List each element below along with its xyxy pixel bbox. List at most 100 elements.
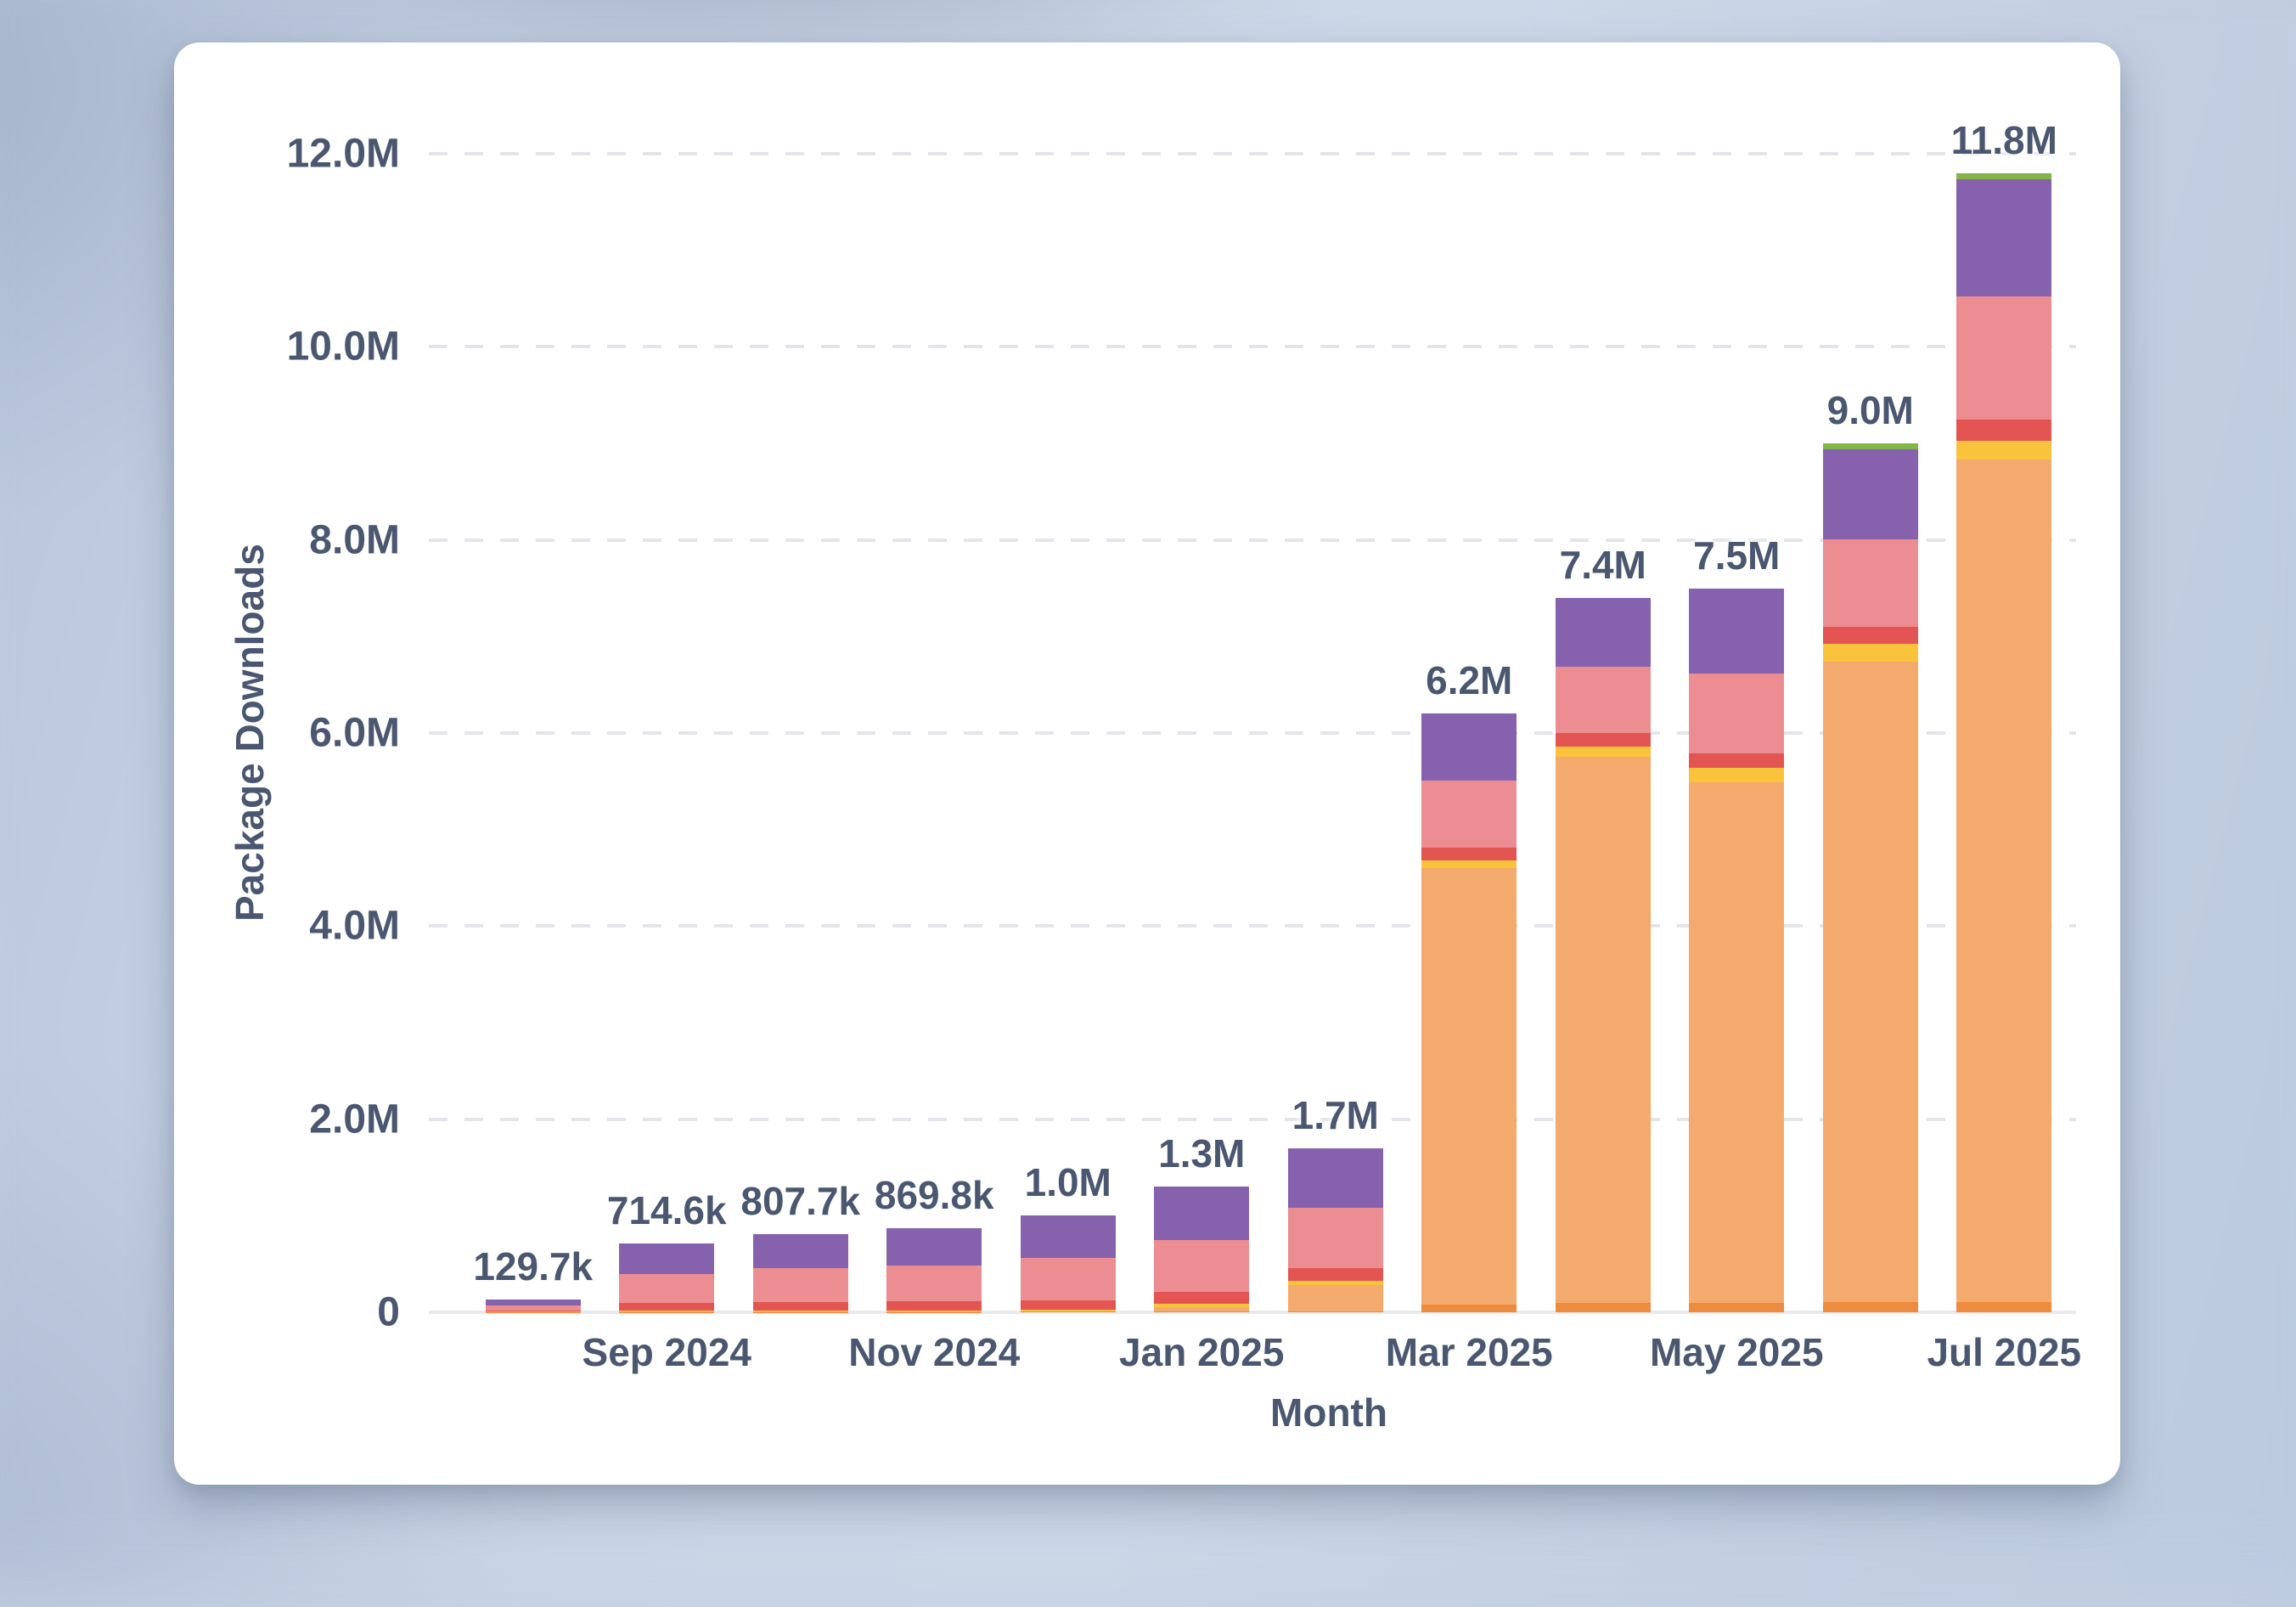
- bars: 129.7k714.6kSep 2024807.7k869.8kNov 2024…: [466, 154, 2071, 1312]
- bar-segment-orange: [1421, 868, 1517, 1305]
- bar-total-label: 9.0M: [1827, 387, 1914, 433]
- bar-total-label: 6.2M: [1426, 657, 1512, 703]
- bar-total-label: 11.8M: [1951, 117, 2057, 163]
- bar-segment-red: [1956, 420, 2051, 441]
- bar-total-label: 1.7M: [1292, 1092, 1379, 1138]
- bar-segment-purple: [1421, 713, 1517, 781]
- bar: [486, 1300, 581, 1312]
- bar-segment-yellow: [1823, 644, 1918, 661]
- bar-segment-green: [1823, 443, 1918, 449]
- bar-segment-dark-orange: [1823, 1302, 1918, 1313]
- x-tick-label: Jan 2025: [1119, 1329, 1284, 1375]
- bar-segment-pink: [1021, 1258, 1116, 1300]
- bar: [1154, 1187, 1249, 1312]
- bar-group: 1.7M: [1269, 154, 1403, 1312]
- bar-segment-red: [1689, 753, 1784, 768]
- bar-total-label: 7.4M: [1560, 542, 1646, 588]
- bar-group: 714.6kSep 2024: [600, 154, 734, 1312]
- bar-segment-yellow: [1956, 441, 2051, 460]
- bar-segment-red: [1823, 627, 1918, 644]
- x-tick-label: Mar 2025: [1386, 1329, 1553, 1375]
- bar-segment-orange: [1288, 1285, 1383, 1311]
- bar-total-label: 714.6k: [607, 1187, 727, 1233]
- bar-group: 6.2MMar 2025: [1403, 154, 1537, 1312]
- x-tick-label: Sep 2024: [582, 1329, 751, 1375]
- y-tick-label: 10.0M: [287, 324, 400, 370]
- y-tick-label: 6.0M: [309, 710, 400, 757]
- x-tick-label: Jul 2025: [1927, 1329, 2081, 1375]
- bar-segment-dark-orange: [1956, 1302, 2051, 1313]
- bar-segment-pink: [753, 1268, 848, 1302]
- bar-group: 11.8MJul 2025: [1938, 154, 2072, 1312]
- bar-segment-purple: [1956, 179, 2051, 297]
- x-tick-label: May 2025: [1650, 1329, 1824, 1375]
- x-tick-label: Nov 2024: [848, 1329, 1020, 1375]
- bar-group: 7.4M: [1536, 154, 1670, 1312]
- bar-segment-pink: [1288, 1208, 1383, 1267]
- bar-group: 129.7k: [466, 154, 600, 1312]
- bar-segment-red: [1154, 1292, 1249, 1304]
- bar: [1956, 173, 2051, 1312]
- bar-group: 1.0M: [1001, 154, 1135, 1312]
- y-tick-label: 0: [377, 1289, 400, 1336]
- bar-segment-orange: [1956, 460, 2051, 1301]
- bar-segment-dark-orange: [1421, 1305, 1517, 1312]
- bar-segment-yellow: [1556, 747, 1651, 758]
- bar-segment-purple: [1823, 449, 1918, 539]
- bar-segment-orange: [1823, 662, 1918, 1302]
- bar-segment-purple: [753, 1234, 848, 1268]
- bar-segment-pink: [886, 1266, 982, 1301]
- bar-total-label: 129.7k: [473, 1243, 593, 1289]
- plot-area: 129.7k714.6kSep 2024807.7k869.8kNov 2024…: [429, 154, 2076, 1312]
- bar: [1823, 443, 1918, 1312]
- y-tick-label: 4.0M: [309, 903, 400, 950]
- y-tick-label: 2.0M: [309, 1096, 400, 1142]
- bar-segment-purple: [1021, 1215, 1116, 1258]
- bar-segment-red: [1421, 848, 1517, 860]
- bar-group: 7.5MMay 2025: [1670, 154, 1804, 1312]
- x-axis-title: Month: [505, 1390, 2152, 1435]
- bar-segment-red: [1288, 1268, 1383, 1281]
- y-tick-label: 8.0M: [309, 516, 400, 563]
- bar-segment-dark-orange: [1021, 1311, 1116, 1312]
- bar: [619, 1243, 714, 1312]
- bar-segment-purple: [1154, 1187, 1249, 1240]
- bar-segment-pink: [1154, 1240, 1249, 1292]
- bar-segment-red: [619, 1303, 714, 1311]
- bar-segment-orange: [1556, 757, 1651, 1302]
- bar-segment-yellow: [1689, 768, 1784, 782]
- bar-total-label: 869.8k: [875, 1172, 994, 1218]
- bar: [886, 1228, 982, 1312]
- bar: [1288, 1148, 1383, 1312]
- bar-segment-pink: [1421, 781, 1517, 848]
- bar-total-label: 807.7k: [740, 1178, 860, 1224]
- bar-segment-yellow: [1421, 860, 1517, 868]
- bar-segment-purple: [1288, 1148, 1383, 1208]
- bar-total-label: 1.0M: [1025, 1159, 1111, 1205]
- bar-segment-pink: [619, 1274, 714, 1303]
- y-axis-title: Package Downloads: [227, 154, 273, 1312]
- bar-segment-orange: [1689, 782, 1784, 1303]
- bar-total-label: 1.3M: [1158, 1131, 1245, 1176]
- bar-segment-pink: [1956, 296, 2051, 419]
- y-tick-label: 12.0M: [287, 131, 400, 178]
- bar: [1689, 589, 1784, 1312]
- bar: [753, 1234, 848, 1312]
- bar-segment-purple: [619, 1243, 714, 1274]
- bar-segment-dark-orange: [1556, 1303, 1651, 1312]
- bar-segment-purple: [886, 1228, 982, 1266]
- bar-segment-pink: [1556, 667, 1651, 733]
- bar-segment-dark-orange: [1288, 1311, 1383, 1312]
- bar-segment-red: [1021, 1300, 1116, 1310]
- bar: [1021, 1215, 1116, 1312]
- bar-group: 1.3MJan 2025: [1135, 154, 1269, 1312]
- bar-segment-dark-orange: [1154, 1311, 1249, 1312]
- bar-group: 869.8kNov 2024: [868, 154, 1002, 1312]
- bar-total-label: 7.5M: [1693, 533, 1780, 578]
- bar-segment-green: [1956, 173, 2051, 179]
- bar-segment-purple: [1689, 589, 1784, 674]
- bar-segment-pink: [1823, 539, 1918, 627]
- bar-group: 9.0M: [1804, 154, 1938, 1312]
- chart-card: Package Downloads 129.7k714.6kSep 202480…: [174, 42, 2120, 1485]
- bar-segment-red: [886, 1301, 982, 1311]
